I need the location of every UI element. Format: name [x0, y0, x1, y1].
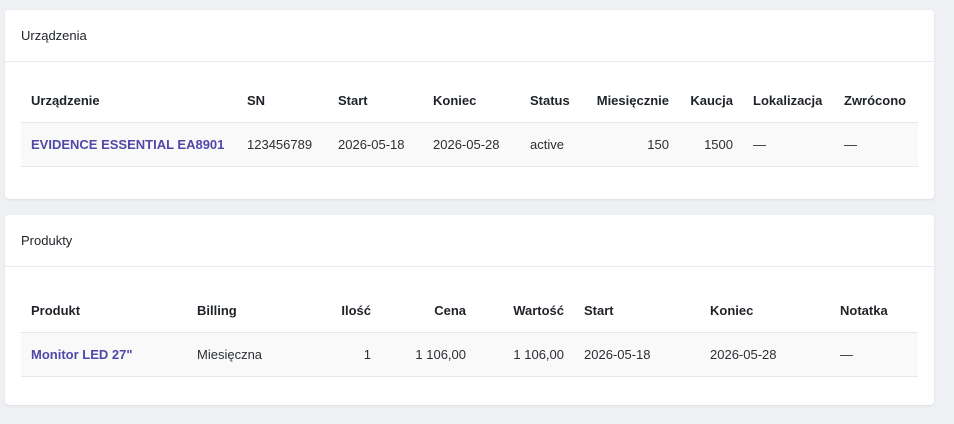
device-returned-cell: — — [834, 122, 918, 167]
devices-table: Urządzenie SN Start Koniec Status Miesię… — [21, 79, 918, 167]
col-header-deposit[interactable]: Kaucja — [679, 79, 743, 123]
col-header-price[interactable]: Cena — [381, 289, 476, 333]
col-header-returned[interactable]: Zwrócono — [834, 79, 918, 123]
products-table-header-row: Produkt Billing Ilość Cena Wartość Start… — [21, 289, 918, 333]
products-card: Produkty Produkt Billing Ilość Cena Wart… — [5, 215, 934, 405]
product-name-cell: Monitor LED 27" — [21, 332, 187, 377]
devices-card: Urządzenia Urządzenie SN Start Koniec St… — [5, 10, 934, 199]
device-location-cell: — — [743, 122, 834, 167]
product-value-cell: 1 106,00 — [476, 332, 574, 377]
col-header-start[interactable]: Start — [328, 79, 423, 123]
product-price-cell: 1 106,00 — [381, 332, 476, 377]
col-header-monthly[interactable]: Miesięcznie — [583, 79, 679, 123]
product-end-cell: 2026-05-28 — [700, 332, 830, 377]
col-header-location[interactable]: Lokalizacja — [743, 79, 834, 123]
col-header-billing[interactable]: Billing — [187, 289, 296, 333]
col-header-status[interactable]: Status — [520, 79, 583, 123]
col-header-start[interactable]: Start — [574, 289, 700, 333]
col-header-sn[interactable]: SN — [237, 79, 328, 123]
devices-table-header-row: Urządzenie SN Start Koniec Status Miesię… — [21, 79, 918, 123]
device-name-link[interactable]: EVIDENCE ESSENTIAL EA8901 — [31, 137, 224, 152]
devices-card-header: Urządzenia — [5, 10, 934, 62]
device-end-cell: 2026-05-28 — [423, 122, 520, 167]
device-sn-cell: 123456789 — [237, 122, 328, 167]
product-quantity-cell: 1 — [296, 332, 381, 377]
col-header-device[interactable]: Urządzenie — [21, 79, 237, 123]
product-name-link[interactable]: Monitor LED 27" — [31, 347, 133, 362]
device-monthly-cell: 150 — [583, 122, 679, 167]
product-start-cell: 2026-05-18 — [574, 332, 700, 377]
col-header-end[interactable]: Koniec — [700, 289, 830, 333]
products-card-title: Produkty — [21, 233, 73, 248]
col-header-end[interactable]: Koniec — [423, 79, 520, 123]
device-start-cell: 2026-05-18 — [328, 122, 423, 167]
devices-card-title: Urządzenia — [21, 28, 87, 43]
col-header-note[interactable]: Notatka — [830, 289, 918, 333]
products-card-header: Produkty — [5, 215, 934, 267]
col-header-product[interactable]: Produkt — [21, 289, 187, 333]
device-name-cell: EVIDENCE ESSENTIAL EA8901 — [21, 122, 237, 167]
table-row: Monitor LED 27" Miesięczna 1 1 106,00 1 … — [21, 332, 918, 377]
table-row: EVIDENCE ESSENTIAL EA8901 123456789 2026… — [21, 122, 918, 167]
products-table: Produkt Billing Ilość Cena Wartość Start… — [21, 289, 918, 377]
device-deposit-cell: 1500 — [679, 122, 743, 167]
col-header-value[interactable]: Wartość — [476, 289, 574, 333]
device-status-cell: active — [520, 122, 583, 167]
product-billing-cell: Miesięczna — [187, 332, 296, 377]
product-note-cell: — — [830, 332, 918, 377]
col-header-quantity[interactable]: Ilość — [296, 289, 381, 333]
